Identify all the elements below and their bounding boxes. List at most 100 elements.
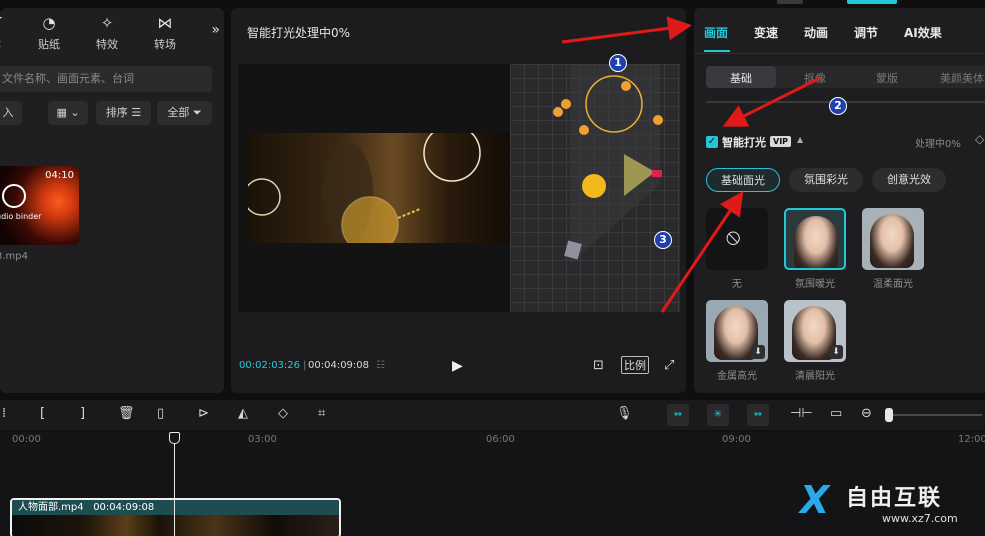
- ruler-tick: 12:00: [958, 434, 985, 445]
- split-preview-icon[interactable]: ⊣⊢: [790, 406, 813, 421]
- grid-icon: ▦: [56, 106, 67, 119]
- caret-up-icon[interactable]: ▲: [797, 135, 803, 144]
- media-panel: T 文本 ◔ 贴纸 ✧ 特效 ⋈ 转场 » 文件名称、画面元素、台词 入 ▦ ⌄…: [0, 8, 224, 393]
- search-input[interactable]: 文件名称、画面元素、台词: [0, 66, 212, 92]
- media-duration: 04:10: [45, 170, 74, 181]
- tab-text[interactable]: T 文本: [0, 8, 8, 64]
- properties-panel: 画面 变速 动画 调节 AI效果 基础 抠像 蒙版 美颜美体 ✓ 智能打光 VI…: [694, 8, 985, 393]
- mode-creative-effect[interactable]: 创意光效: [872, 168, 946, 192]
- preset-label: 金属高光: [717, 371, 757, 382]
- playhead[interactable]: [174, 432, 175, 536]
- reset-icon[interactable]: ◇: [975, 132, 984, 146]
- playhead-handle[interactable]: [169, 432, 180, 444]
- ruler-tick: 00:00: [12, 434, 41, 445]
- annotation-badge-1: 1: [609, 54, 627, 72]
- top-button[interactable]: [777, 0, 803, 4]
- freeze-icon[interactable]: ▯: [157, 406, 164, 421]
- watermark-url: www.xz7.com: [882, 512, 958, 525]
- preset-morning-sun[interactable]: ⬇: [784, 300, 846, 362]
- fullscreen-icon[interactable]: ⤢: [664, 358, 674, 373]
- current-time: 00:02:03:26: [239, 360, 301, 371]
- link-main-track-button[interactable]: ⇔: [667, 404, 689, 426]
- reverse-play-icon[interactable]: ⊳: [198, 406, 209, 421]
- preset-metal-highlight[interactable]: ⬇: [706, 300, 768, 362]
- annotation-badge-2: 2: [829, 97, 847, 115]
- ruler-tick: 09:00: [722, 434, 751, 445]
- magnet-snap-button[interactable]: ✳: [707, 404, 729, 426]
- sort-button[interactable]: 排序 ☰: [96, 101, 151, 125]
- screenshot-icon[interactable]: ⊡: [593, 358, 604, 373]
- tab-picture[interactable]: 画面: [704, 24, 728, 41]
- ruler-tick: 06:00: [486, 434, 515, 445]
- timecode-format-icon[interactable]: ☷: [376, 360, 385, 371]
- split-icon[interactable]: ⁞: [2, 406, 6, 421]
- filter-icon: ⏷: [192, 106, 202, 119]
- download-icon[interactable]: ⬇: [829, 345, 843, 359]
- preset-label: 无: [732, 279, 742, 290]
- trim-right-icon[interactable]: ]: [80, 406, 85, 421]
- sort-label: 排序: [105, 106, 128, 119]
- trim-left-icon[interactable]: [: [40, 406, 45, 421]
- subtab-beauty[interactable]: 美颜美体: [940, 70, 984, 86]
- media-thumbnail[interactable]: 04:10 udio binder: [0, 166, 79, 245]
- tab-effects[interactable]: ✧ 特效: [78, 8, 136, 64]
- none-icon: ⦸: [726, 225, 741, 250]
- subtab-cutout[interactable]: 抠像: [804, 70, 826, 86]
- preset-warm-ambient[interactable]: [784, 208, 846, 270]
- microphone-icon[interactable]: 🎙: [616, 406, 633, 421]
- timeline-ruler[interactable]: 00:00 03:00 06:00 09:00 12:00: [0, 432, 985, 448]
- chevron-down-icon: ⌄: [70, 106, 80, 119]
- zoom-out-icon[interactable]: ⊖: [861, 406, 872, 421]
- tab-speed[interactable]: 变速: [754, 24, 778, 41]
- crop-icon[interactable]: ⌗: [318, 406, 325, 421]
- sub-tabs: 基础 抠像 蒙版 美颜美体: [706, 66, 985, 88]
- preset-none[interactable]: ⦸: [706, 208, 768, 270]
- tab-sticker[interactable]: ◔ 贴纸: [20, 8, 78, 64]
- rotate-icon[interactable]: ◇: [278, 406, 288, 421]
- timeline-toolbar: ⁞ [ ] 🗑 ▯ ⊳ ◭ ◇ ⌗ 🎙 ⇔ ✳ ⇔ ⊣⊢ ▭ ⊖: [0, 400, 985, 430]
- smart-light-label: 智能打光: [722, 136, 766, 149]
- preset-soft-face[interactable]: [862, 208, 924, 270]
- subtab-basic[interactable]: 基础: [730, 70, 752, 86]
- linkage-button[interactable]: ⇔: [747, 404, 769, 426]
- subtab-mask[interactable]: 蒙版: [876, 70, 898, 86]
- tab-adjust[interactable]: 调节: [854, 24, 878, 41]
- preview-axis-icon[interactable]: ▭: [830, 406, 842, 421]
- preview-title: 智能打光处理中0%: [247, 26, 351, 40]
- effects-icon: ✧: [100, 14, 114, 32]
- play-icon[interactable]: ▶: [452, 358, 463, 374]
- zoom-slider[interactable]: [887, 414, 982, 416]
- properties-tabs: 画面 变速 动画 调节 AI效果: [694, 8, 985, 54]
- light-position-grid[interactable]: [510, 64, 680, 312]
- mode-basic-face-light[interactable]: 基础面光: [706, 168, 780, 192]
- mirror-icon[interactable]: ◭: [238, 406, 248, 421]
- portrait-image: [794, 216, 838, 268]
- zoom-slider-knob[interactable]: [885, 408, 893, 422]
- total-time: 00:04:09:08: [308, 360, 370, 371]
- sort-icon: ☰: [131, 106, 142, 119]
- clip-name: 人物面部.mp4: [18, 502, 84, 513]
- ratio-button[interactable]: 比例: [621, 356, 649, 374]
- filter-button[interactable]: 全部 ⏷: [157, 101, 212, 125]
- chevron-right-double-icon[interactable]: »: [211, 22, 220, 38]
- video-clip[interactable]: 人物面部.mp4 00:04:09:08: [10, 498, 341, 536]
- download-icon[interactable]: ⬇: [751, 345, 765, 359]
- delete-icon[interactable]: 🗑: [118, 406, 135, 421]
- export-button[interactable]: [847, 0, 897, 4]
- tab-animation[interactable]: 动画: [804, 24, 828, 41]
- clip-duration: 00:04:09:08: [93, 502, 155, 513]
- preview-canvas[interactable]: [238, 64, 680, 312]
- time-separator: |: [303, 360, 307, 371]
- processing-status: 处理中0%: [915, 139, 961, 150]
- view-toggle-button[interactable]: ▦ ⌄: [48, 101, 88, 125]
- portrait-image: [870, 214, 914, 268]
- video-frame: [248, 133, 513, 243]
- tab-transition[interactable]: ⋈ 转场: [136, 8, 194, 64]
- mode-ambient-color[interactable]: 氛围彩光: [789, 168, 863, 192]
- sticker-icon: ◔: [42, 14, 56, 32]
- active-tab-indicator: [704, 50, 730, 52]
- tab-ai-effects[interactable]: AI效果: [904, 24, 942, 41]
- import-button[interactable]: 入: [0, 101, 22, 125]
- smart-light-checkbox[interactable]: ✓: [706, 136, 718, 148]
- preset-label: 清晨阳光: [795, 371, 835, 382]
